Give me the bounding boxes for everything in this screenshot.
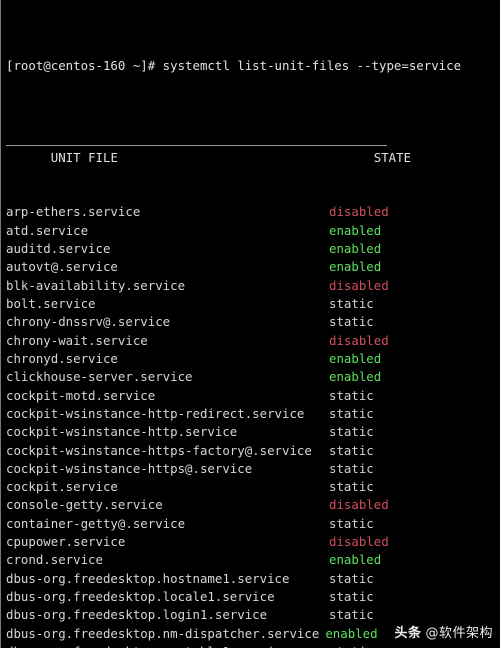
- table-row: autovt@.service enabled: [6, 258, 500, 276]
- unit-file-name: chrony-wait.service: [6, 332, 148, 348]
- unit-file-state: static: [329, 424, 374, 440]
- unit-file-state: enabled: [329, 241, 382, 257]
- unit-file-name: dbus-org.freedesktop.portable1.service: [6, 643, 329, 648]
- table-row: auditd.service enabled: [6, 240, 500, 258]
- unit-file-state: static: [329, 442, 374, 458]
- unit-file-name: auditd.service: [6, 241, 111, 257]
- unit-file-state: static: [329, 296, 374, 311]
- unit-file-name: console-getty.service: [6, 497, 163, 513]
- unit-file-name: dbus-org.freedesktop.hostname1.service: [6, 570, 290, 586]
- table-row: chrony-wait.service disabled: [6, 332, 500, 350]
- unit-file-name: cockpit-wsinstance-https@.service: [6, 460, 253, 476]
- header-underline: [6, 145, 387, 147]
- table-row: bolt.service static: [6, 295, 500, 313]
- unit-file-state: disabled: [329, 534, 389, 550]
- unit-file-state: static: [329, 387, 374, 403]
- table-row: console-getty.service disabled: [6, 496, 500, 514]
- table-row: dbus-org.freedesktop.portable1.servicest…: [6, 643, 500, 648]
- table-row: cockpit-wsinstance-http-redirect.service…: [6, 405, 500, 423]
- unit-file-name: cockpit-motd.service: [6, 387, 156, 403]
- unit-file-state: static: [329, 515, 374, 531]
- table-row: atd.service enabled: [6, 222, 500, 240]
- unit-file-name: clickhouse-server.service: [6, 369, 193, 385]
- table-header-row: UNIT FILE STATE: [6, 130, 500, 165]
- unit-file-name: cockpit-wsinstance-http.service: [6, 424, 238, 440]
- table-row: cpupower.service disabled: [6, 533, 500, 551]
- unit-file-name: cockpit.service: [6, 479, 118, 495]
- command-prompt-line: [root@centos-160 ~]# systemctl list-unit…: [6, 57, 462, 73]
- unit-file-name: cockpit-wsinstance-https-factory@.servic…: [6, 442, 312, 458]
- unit-file-state: static: [329, 643, 374, 648]
- unit-file-state: static: [329, 314, 374, 330]
- unit-file-name: dbus-org.freedesktop.locale1.service: [6, 589, 275, 604]
- unit-file-state: static: [329, 460, 374, 476]
- watermark-handle: @软件架构: [425, 625, 493, 641]
- unit-file-state: enabled: [329, 552, 382, 568]
- unit-file-state: enabled: [329, 350, 382, 366]
- table-row: blk-availability.service disabled: [6, 277, 500, 295]
- table-row: container-getty@.service static: [6, 515, 500, 533]
- unit-file-name: chronyd.service: [6, 350, 118, 366]
- unit-file-name: crond.service: [6, 552, 103, 568]
- unit-file-state: disabled: [329, 332, 389, 348]
- table-row: cockpit-wsinstance-https@.service static: [6, 460, 500, 478]
- unit-file-name: bolt.service: [6, 296, 96, 311]
- table-row: dbus-org.freedesktop.locale1.service stat…: [6, 588, 500, 606]
- watermark: 头条 @软件架构: [394, 625, 493, 643]
- unit-file-name: cpupower.service: [6, 534, 126, 550]
- terminal-window[interactable]: [root@centos-160 ~]# systemctl list-unit…: [0, 0, 500, 648]
- unit-file-name: atd.service: [6, 222, 89, 238]
- table-row: cockpit-motd.service static: [6, 387, 500, 405]
- watermark-logo: 头条: [394, 625, 422, 641]
- unit-file-state: enabled: [325, 625, 378, 641]
- unit-file-name: container-getty@.service: [6, 515, 186, 531]
- unit-file-name: arp-ethers.service: [6, 204, 141, 220]
- column-header-unit-file: UNIT FILE: [50, 149, 118, 165]
- unit-file-state: disabled: [329, 497, 389, 513]
- unit-file-state: disabled: [329, 277, 389, 293]
- table-row: clickhouse-server.service enabled: [6, 368, 500, 386]
- unit-file-name: blk-availability.service: [6, 277, 186, 293]
- table-row: crond.service enabled: [6, 551, 500, 569]
- unit-file-state: static: [329, 570, 374, 586]
- table-row: dbus-org.freedesktop.login1.service stati…: [6, 606, 500, 624]
- table-row: cockpit-wsinstance-https-factory@.servic…: [6, 442, 500, 460]
- unit-file-state: static: [329, 405, 374, 421]
- unit-file-name: dbus-org.freedesktop.nm-dispatcher.servi…: [6, 625, 320, 641]
- table-row: dbus-org.freedesktop.hostname1.service st…: [6, 570, 500, 588]
- unit-file-state: static: [329, 607, 374, 623]
- table-row: arp-ethers.service disabled: [6, 203, 500, 221]
- unit-file-state: static: [329, 589, 374, 604]
- unit-file-state: enabled: [329, 222, 382, 238]
- table-row: cockpit.service static: [6, 478, 500, 496]
- unit-file-name: dbus-org.freedesktop.login1.service: [6, 607, 268, 623]
- unit-file-name: cockpit-wsinstance-http-redirect.service: [6, 405, 305, 421]
- column-header-state: STATE: [373, 149, 412, 165]
- unit-file-list: arp-ethers.service disabled atd.service ena…: [6, 203, 500, 648]
- table-row: chrony-dnssrv@.service static: [6, 313, 500, 331]
- unit-file-state: enabled: [329, 369, 382, 385]
- unit-file-name: chrony-dnssrv@.service: [6, 314, 171, 330]
- table-row: chronyd.service enabled: [6, 350, 500, 368]
- unit-file-state: static: [329, 479, 374, 495]
- unit-file-state: disabled: [329, 204, 389, 220]
- table-row: cockpit-wsinstance-http.service static: [6, 423, 500, 441]
- terminal-screen: [root@centos-160 ~]# systemctl list-unit…: [6, 2, 500, 648]
- unit-file-name: autovt@.service: [6, 259, 118, 275]
- unit-file-state: enabled: [329, 259, 382, 275]
